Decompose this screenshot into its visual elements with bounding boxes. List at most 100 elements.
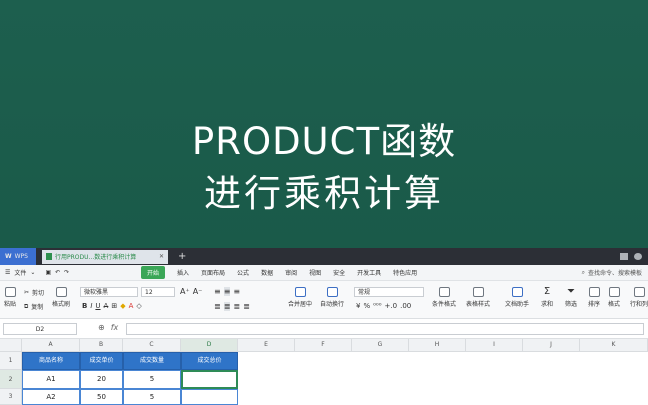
table-cell[interactable]: A2 bbox=[22, 389, 80, 405]
menu-tab-data[interactable]: 数据 bbox=[261, 268, 273, 277]
conditional-format-button[interactable]: 条件格式 bbox=[432, 287, 456, 308]
currency-icon[interactable]: ¥ bbox=[356, 302, 360, 310]
row-header[interactable]: 3 bbox=[0, 389, 22, 405]
hamburger-menu-icon[interactable]: ☰ bbox=[5, 269, 10, 276]
table-cell[interactable]: 50 bbox=[80, 389, 123, 405]
align-top-icon[interactable]: ≡ bbox=[214, 287, 221, 296]
column-header[interactable]: B bbox=[80, 339, 123, 352]
font-size-select[interactable]: 12 bbox=[141, 287, 175, 297]
table-header-cell[interactable]: 成交单价 bbox=[80, 352, 123, 370]
document-tab[interactable]: 行用PRODU...数进行乘积计算 ✕ bbox=[42, 249, 168, 264]
table-cell[interactable]: 5 bbox=[123, 389, 181, 405]
align-right-icon[interactable]: ≣ bbox=[233, 302, 240, 311]
justify-icon[interactable]: ≣ bbox=[243, 302, 250, 311]
increase-decimal-icon[interactable]: +.0 bbox=[385, 302, 398, 310]
table-cell[interactable]: 5 bbox=[123, 370, 181, 389]
strikethrough-icon[interactable]: A bbox=[104, 302, 109, 310]
column-header[interactable]: H bbox=[409, 339, 466, 352]
decrease-font-icon[interactable]: A⁻ bbox=[193, 287, 203, 296]
filter-button[interactable]: ⏷ 筛选 bbox=[565, 286, 577, 308]
table-header-cell[interactable]: 成交数量 bbox=[123, 352, 181, 370]
table-header-cell[interactable]: 商品名称 bbox=[22, 352, 80, 370]
undo-icon[interactable]: ↶ bbox=[55, 269, 60, 276]
increase-font-icon[interactable]: A⁺ bbox=[180, 287, 190, 296]
align-middle-icon[interactable]: ≡ bbox=[223, 287, 231, 296]
doc-helper-button[interactable]: 文档助手 bbox=[505, 287, 529, 308]
select-all-corner[interactable] bbox=[0, 339, 22, 352]
menu-tab-developer[interactable]: 开发工具 bbox=[357, 268, 381, 277]
table-cell[interactable]: 20 bbox=[80, 370, 123, 389]
rows-cols-button[interactable]: 行和列 bbox=[630, 287, 648, 308]
avatar[interactable] bbox=[634, 253, 642, 260]
table-style-button[interactable]: 表格样式 bbox=[466, 287, 490, 308]
row-header[interactable]: 1 bbox=[0, 352, 22, 370]
zoom-icon[interactable]: ⊕ bbox=[98, 323, 105, 332]
thousands-icon[interactable]: ⁰⁰⁰ bbox=[373, 302, 381, 310]
menu-tab-security[interactable]: 安全 bbox=[333, 268, 345, 277]
file-menu[interactable]: 文件 bbox=[14, 268, 26, 277]
layout-icon[interactable] bbox=[620, 253, 628, 260]
menu-tab-view[interactable]: 视图 bbox=[309, 268, 321, 277]
column-header[interactable]: E bbox=[238, 339, 295, 352]
column-header[interactable]: I bbox=[466, 339, 523, 352]
wrap-text-button[interactable]: 自动换行 bbox=[320, 287, 344, 308]
ribbon-toolbar: 粘贴 ✂ 剪切 ⧉ 复制 格式刷 微软雅黑 12 A⁺ A⁻ B I U A ⊞… bbox=[0, 281, 648, 319]
font-color-icon[interactable]: A bbox=[129, 302, 134, 310]
formula-input[interactable] bbox=[126, 323, 644, 335]
italic-icon[interactable]: I bbox=[90, 302, 92, 310]
wps-home-tab[interactable]: W WPS bbox=[0, 248, 36, 265]
column-header[interactable]: C bbox=[123, 339, 181, 352]
table-cell[interactable] bbox=[181, 389, 238, 405]
sum-button[interactable]: Σ 求和 bbox=[541, 286, 553, 308]
menu-tab-special[interactable]: 特色应用 bbox=[393, 268, 417, 277]
new-tab-button[interactable]: + bbox=[178, 251, 186, 262]
close-tab-icon[interactable]: ✕ bbox=[159, 253, 164, 260]
spreadsheet-grid: A B C D E F G H I J K 1 2 3 商品名称 成交单价 成交… bbox=[0, 339, 648, 405]
redo-icon[interactable]: ↷ bbox=[64, 269, 69, 276]
menu-tab-formulas[interactable]: 公式 bbox=[237, 268, 249, 277]
menu-tab-insert[interactable]: 插入 bbox=[177, 268, 189, 277]
active-cell[interactable] bbox=[181, 370, 238, 389]
merge-center-button[interactable]: 合并居中 bbox=[288, 287, 312, 308]
percent-icon[interactable]: % bbox=[363, 302, 370, 310]
format-painter-button[interactable]: 格式刷 bbox=[52, 287, 70, 308]
wrap-text-label: 自动换行 bbox=[320, 301, 345, 308]
format-button[interactable]: 格式 bbox=[608, 287, 620, 308]
column-header[interactable]: K bbox=[580, 339, 648, 352]
number-format-select[interactable]: 常规 bbox=[354, 287, 424, 297]
sort-button[interactable]: 排序 bbox=[588, 287, 600, 308]
cut-button[interactable]: ✂ 剪切 bbox=[24, 288, 44, 297]
paste-label: 粘贴 bbox=[4, 301, 17, 308]
chevron-down-icon[interactable]: ⌄ bbox=[30, 269, 35, 276]
table-header-cell[interactable]: 成交总价 bbox=[181, 352, 238, 370]
paste-button[interactable]: 粘贴 bbox=[4, 287, 16, 308]
column-header[interactable]: G bbox=[352, 339, 409, 352]
table-cell[interactable]: A1 bbox=[22, 370, 80, 389]
align-bottom-icon[interactable]: ≡ bbox=[233, 287, 240, 296]
command-search[interactable]: ⌕ 查找命令、搜索模板 bbox=[582, 268, 642, 278]
fill-color-icon[interactable]: ◆ bbox=[120, 302, 125, 310]
rows-cols-label: 行和列 bbox=[630, 301, 648, 308]
bold-icon[interactable]: B bbox=[82, 302, 87, 310]
column-header[interactable]: A bbox=[22, 339, 80, 352]
menu-tab-page-layout[interactable]: 页面布局 bbox=[201, 268, 225, 277]
column-header[interactable]: J bbox=[523, 339, 580, 352]
underline-icon[interactable]: U bbox=[95, 302, 100, 310]
decrease-decimal-icon[interactable]: .00 bbox=[400, 302, 411, 310]
border-icon[interactable]: ⊞ bbox=[111, 302, 117, 310]
font-name-select[interactable]: 微软雅黑 bbox=[80, 287, 138, 297]
name-box[interactable]: D2 bbox=[3, 323, 77, 335]
row-header[interactable]: 2 bbox=[0, 370, 22, 389]
menu-tab-home[interactable]: 开始 bbox=[141, 266, 166, 279]
filter-label: 筛选 bbox=[565, 301, 578, 308]
column-header[interactable]: D bbox=[181, 339, 238, 352]
conditional-format-label: 条件格式 bbox=[432, 301, 457, 308]
column-header[interactable]: F bbox=[295, 339, 352, 352]
clear-format-icon[interactable]: ◇ bbox=[136, 302, 141, 310]
menu-tab-review[interactable]: 审阅 bbox=[285, 268, 297, 277]
copy-button[interactable]: ⧉ 复制 bbox=[24, 302, 43, 312]
align-center-icon[interactable]: ≣ bbox=[223, 302, 231, 311]
function-icon[interactable]: fx bbox=[111, 323, 119, 332]
align-left-icon[interactable]: ≣ bbox=[214, 302, 221, 311]
save-icon[interactable]: ▣ bbox=[45, 269, 51, 276]
